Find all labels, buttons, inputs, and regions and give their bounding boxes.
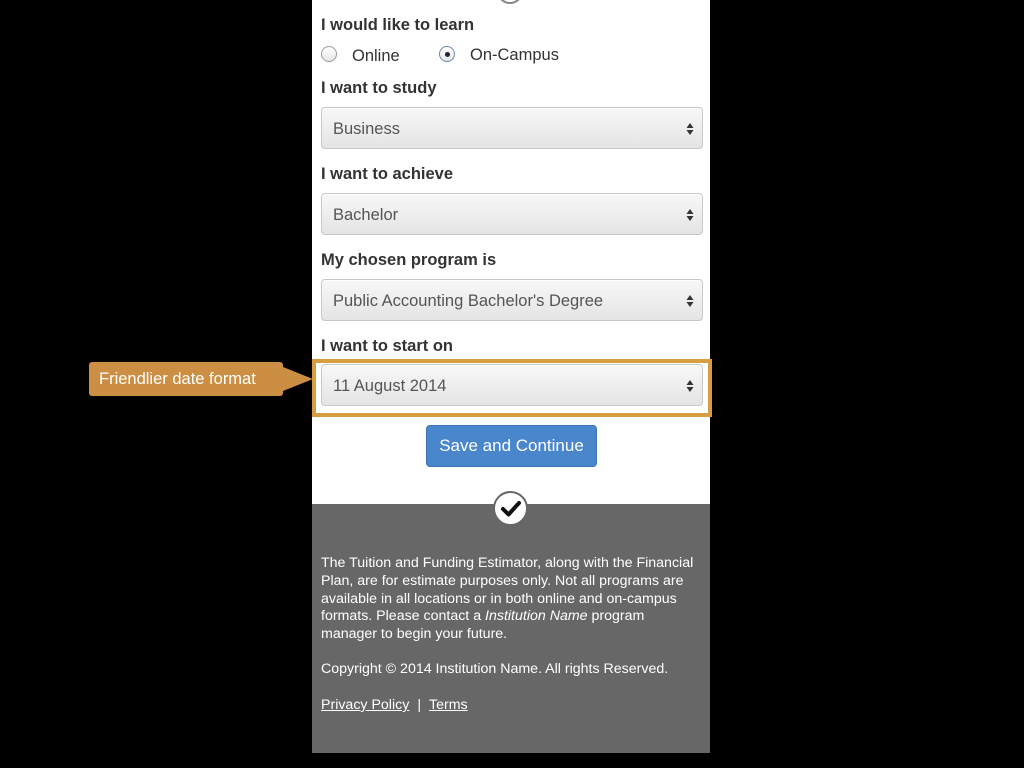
- select-arrows-icon: [686, 123, 694, 135]
- disclaimer-institution-name: Institution Name: [485, 608, 588, 625]
- save-and-continue-button[interactable]: Save and Continue: [426, 425, 597, 467]
- checkmark-icon: [493, 491, 528, 526]
- program-label: My chosen program is: [321, 251, 497, 269]
- start-date-label: I want to start on: [321, 337, 453, 355]
- study-select-value: Business: [333, 120, 400, 138]
- select-arrows-icon: [686, 209, 694, 221]
- radio-online[interactable]: [321, 46, 337, 62]
- study-select[interactable]: Business: [321, 107, 703, 149]
- annotation-highlight-box: [312, 359, 712, 417]
- program-select[interactable]: Public Accounting Bachelor's Degree: [321, 279, 703, 321]
- disclaimer-text: The Tuition and Funding Estimator, along…: [321, 555, 701, 644]
- achieve-select[interactable]: Bachelor: [321, 193, 703, 235]
- select-arrows-icon: [686, 295, 694, 307]
- terms-link[interactable]: Terms: [429, 697, 468, 713]
- achieve-label: I want to achieve: [321, 165, 454, 183]
- radio-online-label[interactable]: Online: [352, 46, 400, 66]
- copyright-text: Copyright © 2014 Institution Name. All r…: [321, 661, 669, 677]
- footer-links: Privacy Policy | Terms: [321, 697, 468, 715]
- study-label: I want to study: [321, 79, 437, 97]
- achieve-select-value: Bachelor: [333, 206, 399, 224]
- program-select-value: Public Accounting Bachelor's Degree: [333, 292, 604, 310]
- learn-mode-label: I would like to learn: [321, 16, 475, 34]
- annotation-callout: Friendlier date format: [89, 362, 313, 396]
- radio-on-campus-label[interactable]: On-Campus: [470, 45, 559, 65]
- link-separator: |: [417, 697, 421, 713]
- radio-on-campus[interactable]: [439, 46, 455, 62]
- privacy-policy-link[interactable]: Privacy Policy: [321, 697, 409, 713]
